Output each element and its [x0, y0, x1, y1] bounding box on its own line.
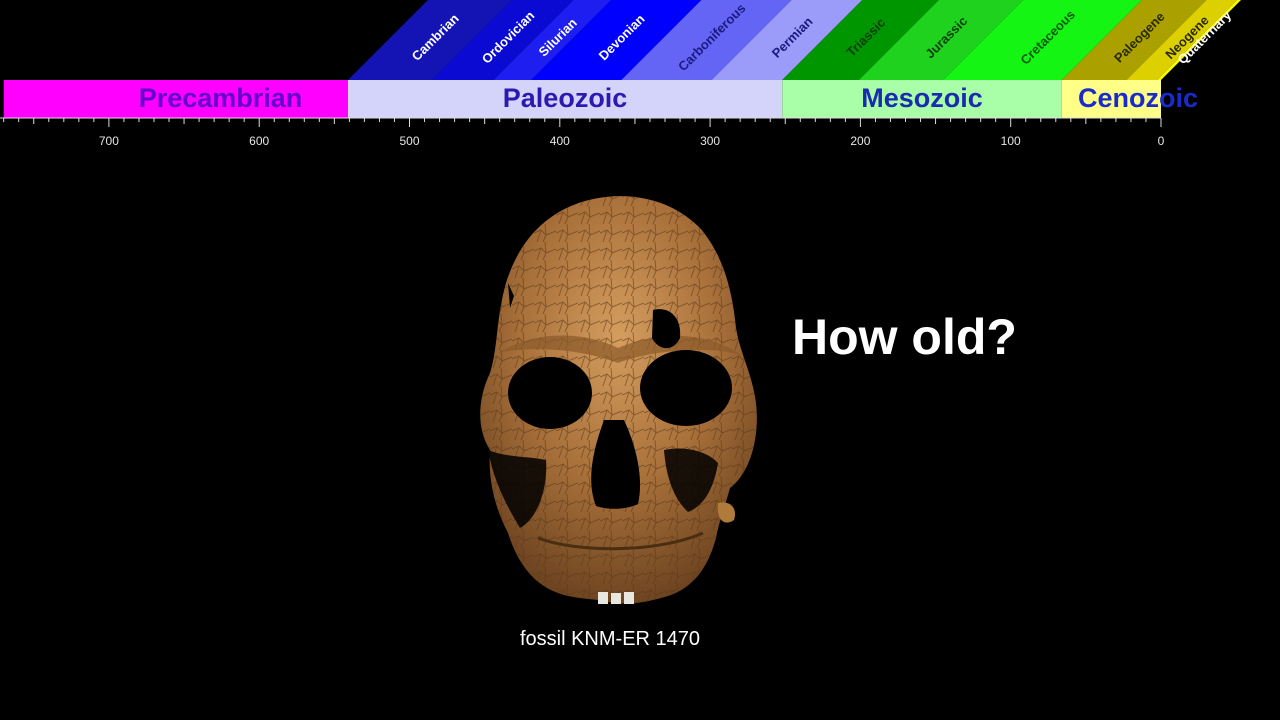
slide: Cambrian Ordovician Silurian Devonian Carbon…	[0, 0, 1280, 720]
geologic-timeline: Cambrian OrdovicianSilurian Devonian Carbon…	[0, 0, 1241, 148]
tick-label: 200	[850, 134, 870, 148]
era-label-mesozoic: Mesozoic	[861, 83, 983, 113]
left-eye-socket	[508, 357, 592, 429]
tick-label: 700	[99, 134, 119, 148]
era-label-paleozoic: Paleozoic	[503, 83, 628, 113]
tick-label: 0	[1158, 134, 1165, 148]
fossil-skull-image	[480, 196, 757, 604]
fossil-caption: fossil KNM-ER 1470	[519, 628, 701, 650]
era-label-precambrian: Precambrian	[139, 83, 303, 113]
tick-label: 600	[249, 134, 269, 148]
tick-label: 300	[700, 134, 720, 148]
right-eye-socket	[640, 350, 732, 426]
tick-label: 100	[1001, 134, 1021, 148]
tick-label: 400	[550, 134, 570, 148]
tick-label: 500	[399, 134, 419, 148]
era-label-cenozoic: Cenozoic	[1078, 83, 1198, 113]
time-axis: 700 600 500 400 300 200 100 0	[0, 117, 1165, 148]
how-old-question: How old?	[792, 309, 1017, 365]
